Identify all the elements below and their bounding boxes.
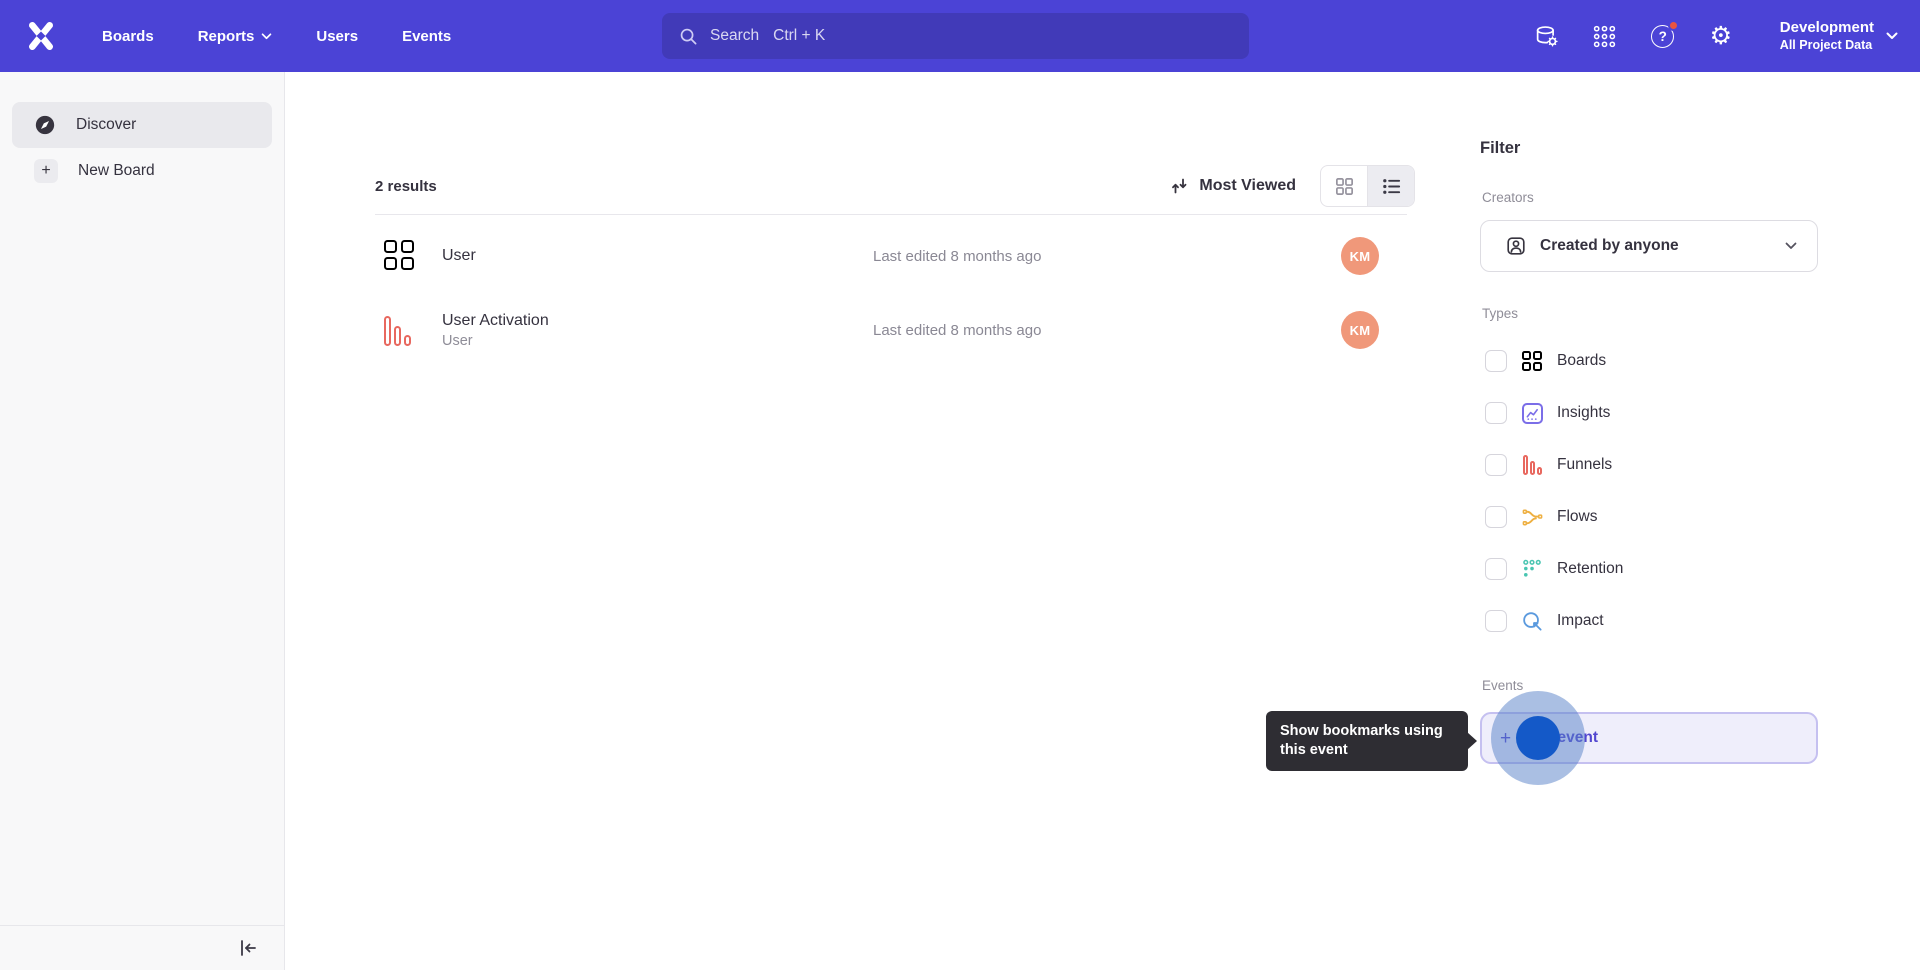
type-label: Boards [1557, 352, 1607, 369]
nav-users-label: Users [316, 27, 359, 45]
type-label: Funnels [1557, 456, 1613, 473]
checkbox[interactable] [1485, 558, 1507, 580]
result-title: User [442, 247, 476, 264]
list-view-button[interactable] [1368, 166, 1414, 206]
creators-dropdown[interactable]: Created by anyone [1480, 220, 1818, 272]
sort-dropdown[interactable]: Most Viewed [1170, 176, 1296, 196]
add-event-button[interactable]: + Add event [1480, 712, 1818, 764]
view-toggle [1320, 165, 1415, 207]
gear-glyph: ⚙ [1709, 22, 1732, 50]
app-window: Boards Reports Users Events Search Ctrl … [0, 0, 1920, 970]
nav-events[interactable]: Events [402, 28, 451, 45]
chevron-down-icon [262, 32, 272, 39]
grid-view-icon [1335, 177, 1353, 195]
sort-arrows-icon [1172, 178, 1187, 194]
sidebar-item-new-board[interactable]: + New Board [12, 148, 272, 194]
creator-avatar: KM [1341, 237, 1379, 275]
sidebar: Discover + New Board [0, 72, 285, 970]
mixpanel-logo-icon[interactable] [24, 19, 58, 53]
funnels-type-icon [1520, 453, 1544, 477]
last-edited: Last edited 8 months ago [873, 247, 1042, 265]
type-filter-impact[interactable]: Impact [1480, 595, 1818, 647]
nav-users[interactable]: Users [316, 28, 358, 45]
boards-type-icon [1520, 349, 1544, 373]
sidebar-item-label: Discover [76, 116, 137, 133]
tooltip: Show bookmarks using this event [1266, 711, 1477, 771]
checkbox[interactable] [1485, 506, 1507, 528]
type-filter-funnels[interactable]: Funnels [1480, 439, 1818, 491]
events-section-label: Events [1482, 678, 1524, 693]
project-scope: All Project Data [1779, 37, 1873, 52]
plus-icon: + [34, 159, 58, 183]
sidebar-item-discover[interactable]: Discover [12, 102, 272, 148]
types-section-label: Types [1482, 306, 1519, 321]
nav-reports[interactable]: Reports [198, 28, 273, 45]
collapse-sidebar-icon[interactable] [237, 937, 259, 959]
search-input[interactable]: Search Ctrl + K [662, 13, 1249, 59]
settings-gear-icon[interactable]: ⚙ [1708, 23, 1734, 49]
primary-nav: Boards Reports Users Events [102, 28, 451, 45]
tooltip-arrow [1467, 732, 1477, 750]
result-title: User Activation [442, 311, 549, 329]
grid-view-button[interactable] [1321, 166, 1367, 206]
type-label: Impact [1557, 612, 1604, 629]
sidebar-footer [0, 925, 284, 970]
board-type-icon [384, 240, 416, 272]
type-filter-boards[interactable]: Boards [1480, 335, 1818, 387]
checkbox[interactable] [1485, 350, 1507, 372]
search-placeholder: Search [710, 27, 760, 44]
checkbox[interactable] [1485, 454, 1507, 476]
checkbox[interactable] [1485, 402, 1507, 424]
person-badge-icon [1507, 237, 1525, 255]
checkbox[interactable] [1485, 610, 1507, 632]
compass-icon [35, 115, 55, 135]
creator-avatar: KM [1341, 311, 1379, 349]
type-filter-retention[interactable]: Retention [1480, 543, 1818, 595]
list-view-icon [1382, 178, 1400, 194]
top-navbar: Boards Reports Users Events Search Ctrl … [0, 0, 1920, 72]
result-row-user[interactable]: User Last edited 8 months ago KM [375, 219, 1407, 293]
project-name: Development [1779, 18, 1874, 36]
result-subtitle: User [442, 332, 473, 349]
data-management-icon[interactable] [1534, 23, 1560, 49]
nav-boards-label: Boards [102, 27, 154, 45]
result-row-user-activation[interactable]: User Activation User Last edited 8 month… [375, 293, 1407, 367]
creators-section-label: Creators [1482, 190, 1534, 205]
apps-grid-icon[interactable] [1592, 23, 1618, 49]
funnel-type-icon [384, 314, 416, 346]
nav-reports-label: Reports [197, 27, 255, 45]
sort-label: Most Viewed [1199, 177, 1296, 194]
filter-title: Filter [1480, 139, 1521, 157]
results-count: 2 results [375, 177, 437, 195]
nav-boards[interactable]: Boards [102, 28, 154, 45]
results-header: 2 results Most Viewed [375, 164, 1415, 208]
flows-type-icon [1520, 505, 1544, 529]
type-label: Insights [1557, 404, 1611, 421]
search-shortcut: Ctrl + K [773, 27, 826, 44]
type-filter-insights[interactable]: Insights [1480, 387, 1818, 439]
divider [375, 214, 1407, 215]
chevron-down-icon [1886, 32, 1898, 39]
add-event-label: Add event [1523, 729, 1599, 746]
tooltip-text-line2: this event [1280, 742, 1348, 758]
nav-events-label: Events [402, 27, 452, 45]
type-filter-flows[interactable]: Flows [1480, 491, 1818, 543]
type-label: Retention [1557, 560, 1624, 577]
chevron-down-icon [1785, 242, 1797, 249]
search-icon [680, 28, 697, 44]
topbar-actions: ? ⚙ Development All Project Data [1534, 0, 1898, 72]
type-label: Flows [1557, 508, 1598, 525]
tooltip-text-line1: Show bookmarks using [1280, 723, 1443, 739]
project-switcher[interactable]: Development All Project Data [1780, 19, 1898, 53]
impact-type-icon [1520, 609, 1544, 633]
sidebar-item-label: New Board [78, 162, 155, 179]
plus-icon: + [1500, 727, 1512, 749]
notification-dot [1667, 20, 1679, 31]
insights-type-icon [1520, 401, 1544, 425]
retention-type-icon [1520, 557, 1544, 581]
last-edited: Last edited 8 months ago [873, 321, 1042, 339]
help-icon[interactable]: ? [1650, 20, 1679, 49]
creators-value: Created by anyone [1540, 237, 1679, 254]
